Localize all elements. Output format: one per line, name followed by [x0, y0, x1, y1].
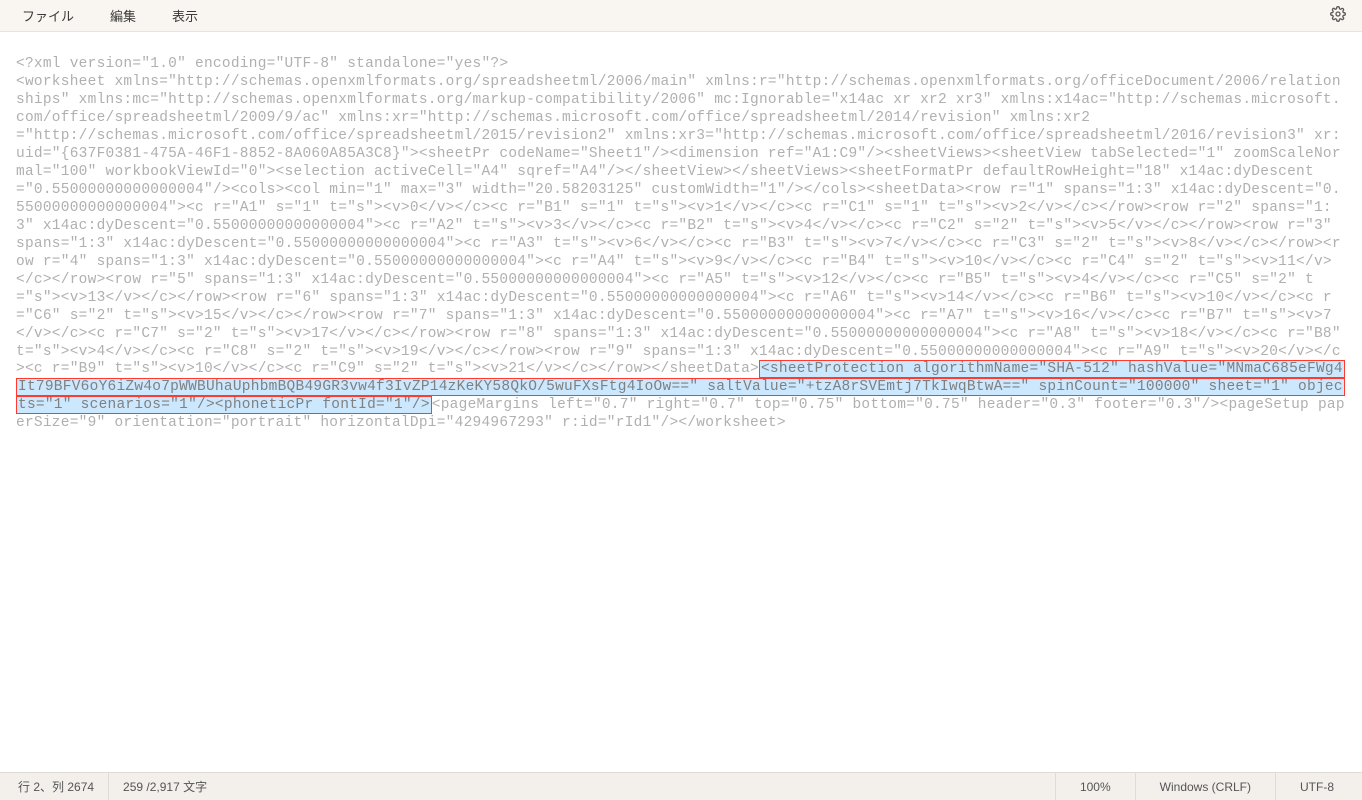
menu-bar: ファイル 編集 表示: [0, 0, 1362, 32]
status-encoding[interactable]: UTF-8: [1275, 773, 1358, 800]
status-zoom[interactable]: 100%: [1055, 773, 1135, 800]
menu-edit[interactable]: 編集: [92, 2, 154, 29]
gear-icon[interactable]: [1318, 2, 1358, 30]
menu-view[interactable]: 表示: [154, 2, 216, 29]
status-cursor[interactable]: 行 2、列 2674: [4, 773, 109, 800]
status-bar: 行 2、列 2674 259 /2,917 文字 100% Windows (C…: [0, 772, 1362, 800]
menu-file[interactable]: ファイル: [4, 2, 92, 29]
xml-text-before[interactable]: <?xml version="1.0" encoding="UTF-8" sta…: [16, 56, 1350, 377]
editor-area[interactable]: <?xml version="1.0" encoding="UTF-8" sta…: [0, 32, 1362, 772]
status-eol[interactable]: Windows (CRLF): [1135, 773, 1275, 800]
status-chars[interactable]: 259 /2,917 文字: [109, 773, 221, 800]
